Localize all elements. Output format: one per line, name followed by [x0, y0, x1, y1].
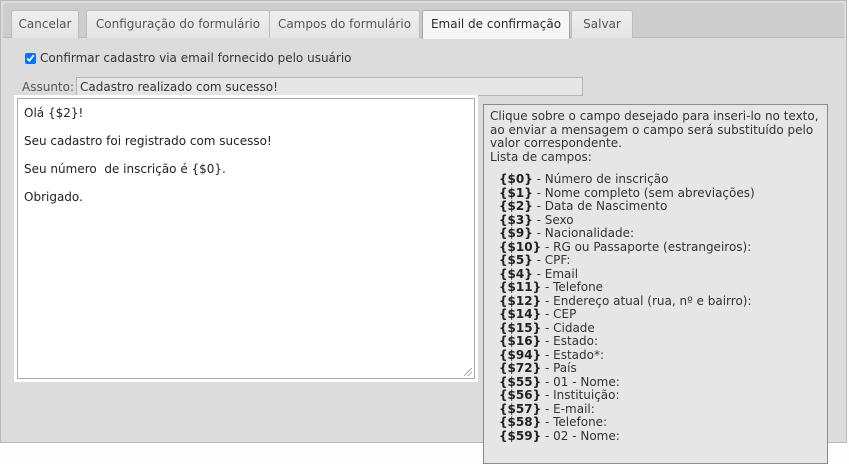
field-item[interactable]: {$56} - Instituição: [499, 388, 821, 403]
field-code: {$16} [499, 334, 542, 348]
field-code: {$15} [499, 320, 542, 335]
field-code: {$58} [499, 415, 542, 429]
field-name: - CPF: [536, 253, 571, 267]
field-item[interactable]: {$4} - Email [499, 266, 821, 282]
tab-bar: Cancelar Configuração do formulário Camp… [3, 3, 844, 39]
field-item[interactable]: {$11} - Telefone [499, 280, 821, 295]
field-item[interactable]: {$16} - Estado: [499, 334, 821, 349]
field-item[interactable]: {$2} - Data de Nascimento [499, 199, 821, 214]
confirm-email-checkbox[interactable] [25, 52, 36, 64]
field-code: {$4} [499, 266, 533, 281]
field-name: - Telefone [544, 280, 604, 294]
subject-label: Assunto: [22, 80, 75, 94]
tab-cancelar[interactable]: Cancelar [11, 10, 79, 38]
subject-input[interactable] [76, 77, 583, 96]
field-name: - Data de Nascimento [536, 199, 668, 213]
field-code: {$14} [499, 307, 542, 321]
field-code: {$9} [499, 226, 533, 240]
field-name: - Nacionalidade: [536, 226, 635, 240]
email-body-line: Seu número de inscrição é {$0}. [24, 162, 226, 176]
help-intro: Clique sobre o campo desejado para inser… [490, 109, 819, 150]
email-body-line: Seu cadastro foi registrado com sucesso! [24, 134, 272, 148]
tab-configuracao-formulario[interactable]: Configuração do formulário [86, 10, 270, 38]
field-code: {$55} [499, 374, 542, 389]
field-item[interactable]: {$0} - Número de inscrição [499, 172, 821, 187]
field-name: - Sexo [536, 212, 574, 227]
field-name: - Email [536, 266, 579, 281]
field-help-panel: Clique sobre o campo desejado para inser… [483, 104, 828, 464]
field-code: {$3} [499, 212, 533, 227]
field-item[interactable]: {$12} - Endereço atual (rua, nº e bairro… [499, 293, 821, 309]
email-body-line: Obrigado. [24, 190, 83, 204]
email-body-editor[interactable]: Olá {$2}! Seu cadastro foi registrado co… [14, 95, 478, 382]
field-item[interactable]: {$15} - Cidade [499, 320, 821, 336]
field-code: {$94} [499, 347, 542, 362]
email-body-line: Olá {$2}! [24, 106, 84, 120]
field-name: - Endereço atual (rua, nº e bairro): [544, 293, 752, 308]
field-item[interactable]: {$72} - País [499, 361, 821, 376]
field-name: - RG ou Passaporte (estrangeiros): [544, 239, 752, 254]
field-name: - 01 - Nome: [544, 374, 620, 389]
field-item[interactable]: {$3} - Sexo [499, 212, 821, 228]
field-name: - Telefone: [544, 415, 608, 429]
confirm-email-label: Confirmar cadastro via email fornecido p… [40, 51, 352, 65]
field-name: - Instituição: [544, 388, 620, 402]
field-item[interactable]: {$57} - E-mail: [499, 401, 821, 417]
field-code: {$5} [499, 253, 533, 267]
field-code: {$11} [499, 280, 542, 294]
field-name: - Número de inscrição [536, 172, 669, 186]
field-list-title: Lista de campos: [490, 149, 592, 164]
form-editor-panel: Cancelar Configuração do formulário Camp… [0, 0, 847, 464]
field-code: {$57} [499, 401, 542, 416]
tab-email-confirmacao[interactable]: Email de confirmação [422, 10, 570, 39]
field-code: {$10} [499, 239, 542, 254]
field-item[interactable]: {$94} - Estado*: [499, 347, 821, 363]
field-item[interactable]: {$10} - RG ou Passaporte (estrangeiros): [499, 239, 821, 255]
field-item[interactable]: {$55} - 01 - Nome: [499, 374, 821, 390]
field-name: - Estado: [544, 334, 599, 348]
field-code: {$56} [499, 388, 542, 402]
field-code: {$0} [499, 172, 533, 186]
field-item[interactable]: {$9} - Nacionalidade: [499, 226, 821, 241]
resize-grip-icon[interactable] [464, 368, 472, 376]
field-name: - CEP [544, 307, 577, 321]
field-code: {$72} [499, 361, 542, 375]
field-name: - País [544, 361, 577, 375]
field-item[interactable]: {$59} - 02 - Nome: [499, 428, 821, 444]
field-code: {$12} [499, 293, 542, 308]
field-item[interactable]: {$1} - Nome completo (sem abreviações) [499, 185, 821, 201]
field-name: - E-mail: [544, 401, 595, 416]
field-code: {$2} [499, 199, 533, 213]
field-list: {$0} - Número de inscrição {$1} - Nome c… [490, 164, 821, 443]
field-name: - 02 - Nome: [544, 428, 620, 443]
field-code: {$1} [499, 185, 533, 200]
tab-salvar[interactable]: Salvar [571, 10, 633, 38]
tab-campos-formulario[interactable]: Campos do formulário [269, 10, 420, 38]
field-item[interactable]: {$14} - CEP [499, 307, 821, 322]
confirm-email-option[interactable]: Confirmar cadastro via email fornecido p… [25, 51, 352, 65]
field-code: {$59} [499, 428, 542, 443]
field-name: - Cidade [544, 320, 595, 335]
field-name: - Estado*: [544, 347, 605, 362]
field-item[interactable]: {$58} - Telefone: [499, 415, 821, 430]
field-name: - Nome completo (sem abreviações) [536, 185, 755, 200]
field-item[interactable]: {$5} - CPF: [499, 253, 821, 268]
